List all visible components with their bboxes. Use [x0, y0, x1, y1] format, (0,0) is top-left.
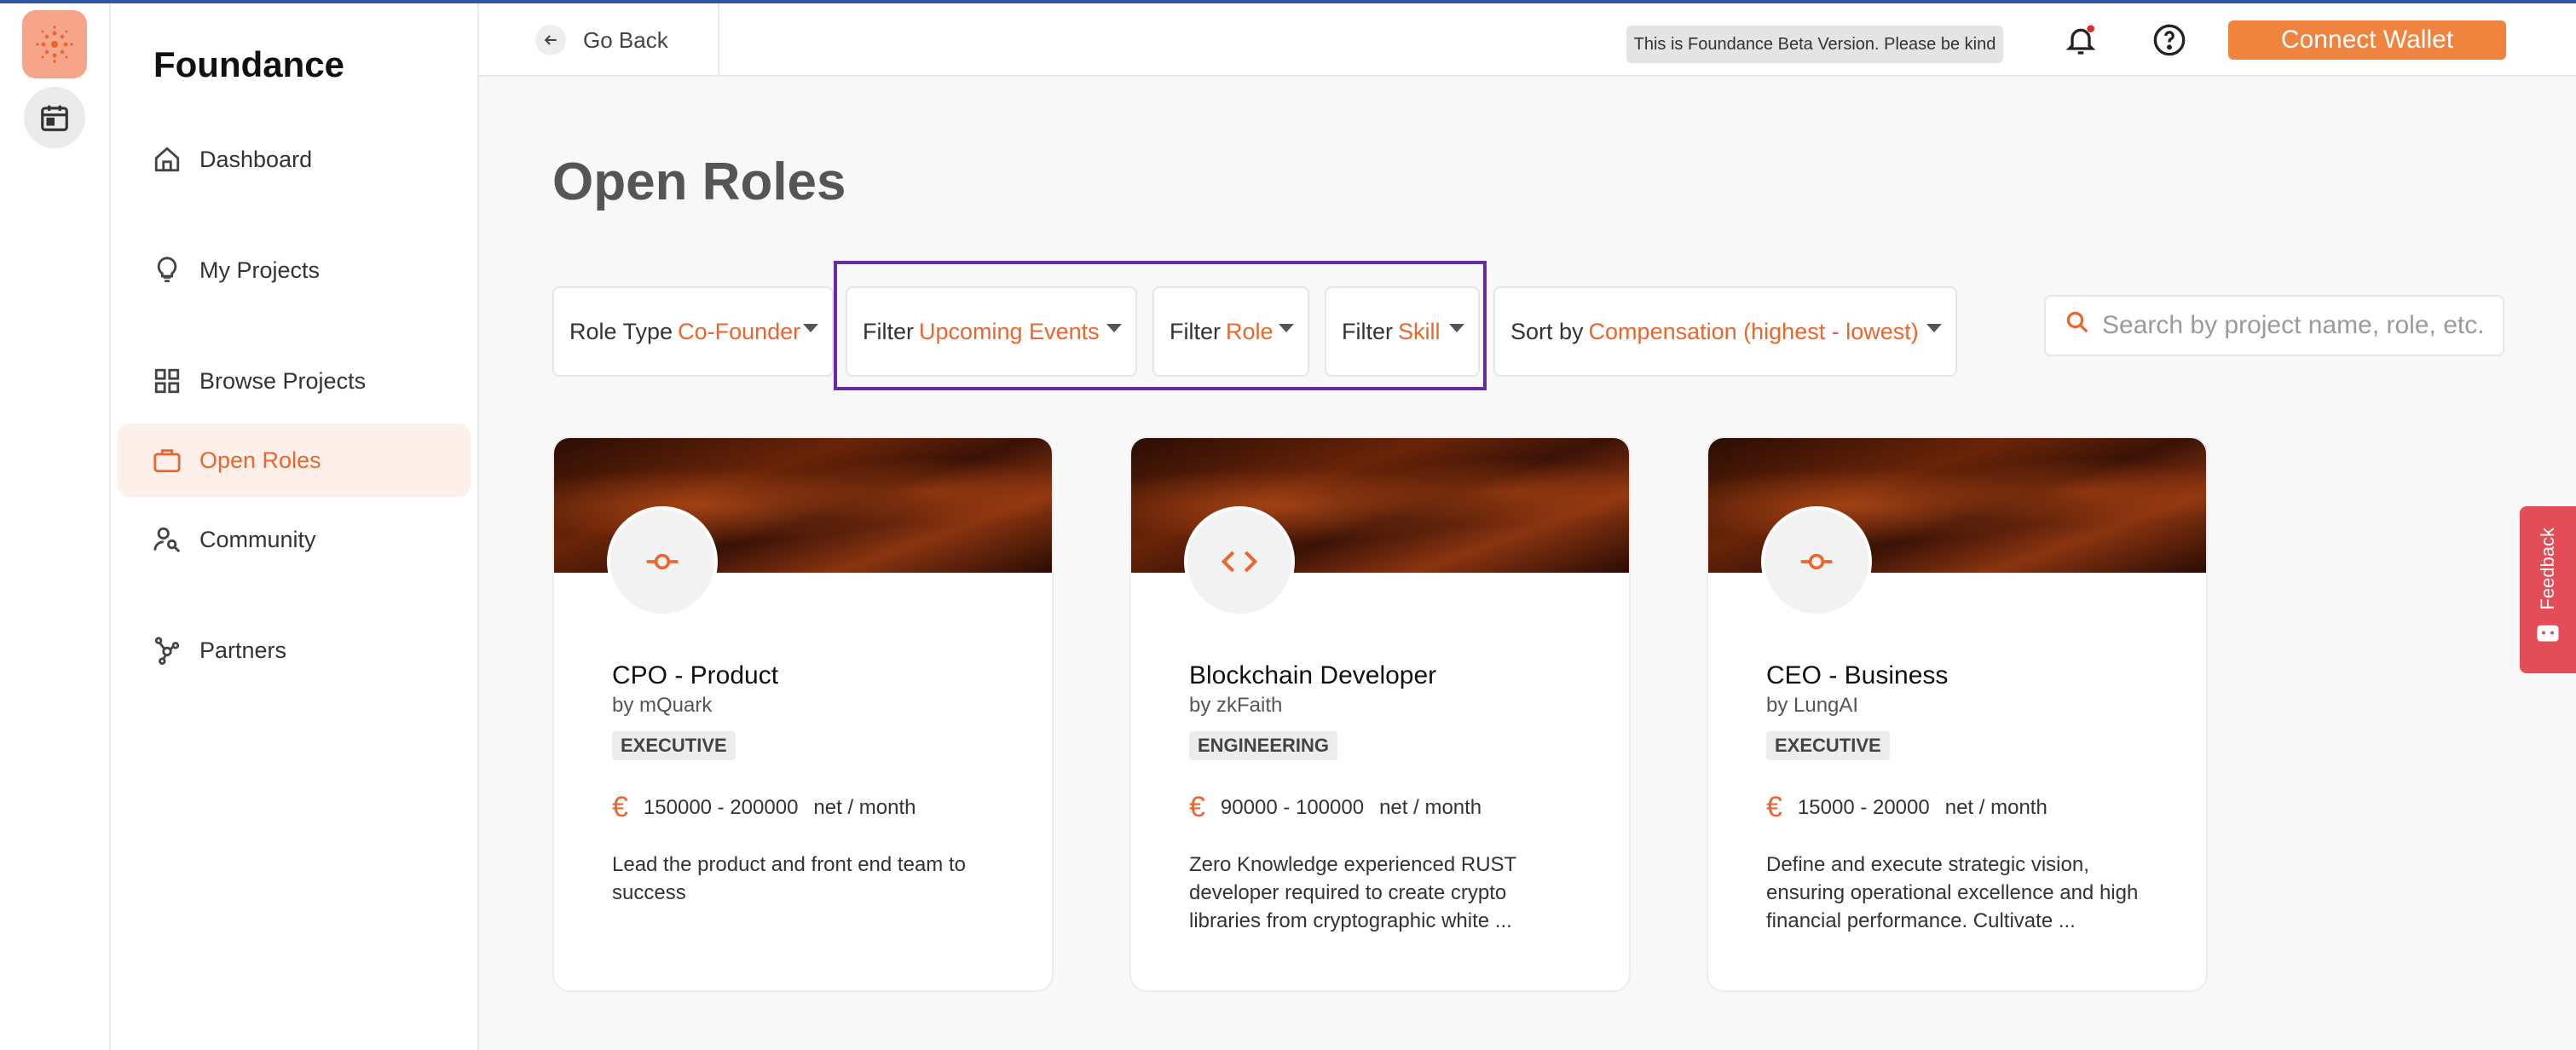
sidebar-item-partners[interactable]: Partners	[118, 614, 471, 687]
calendar-icon[interactable]	[24, 87, 85, 148]
filter-value: Co-Founder	[678, 318, 801, 344]
sidebar-item-label: My Projects	[199, 257, 321, 283]
feedback-label: Feedback	[2537, 528, 2558, 610]
hub-icon	[150, 633, 184, 667]
home-icon	[150, 142, 184, 176]
card-category-tag: ENGINEERING	[1189, 731, 1338, 760]
compensation-unit: net / month	[813, 795, 916, 819]
search-input[interactable]	[2102, 311, 2494, 340]
connect-wallet-button[interactable]: Connect Wallet	[2228, 20, 2506, 60]
role-card[interactable]: CEO - Business by LungAI EXECUTIVE € 150…	[1707, 436, 2208, 992]
euro-icon: €	[1766, 791, 1782, 823]
go-back-label: Go Back	[583, 26, 668, 53]
sidebar-item-community[interactable]: Community	[118, 503, 471, 576]
filter-label: Sort by	[1510, 318, 1584, 344]
search-box	[2044, 295, 2504, 356]
filter-highlight-box	[834, 261, 1487, 390]
lightbulb-icon	[150, 253, 184, 287]
compensation-unit: net / month	[1944, 795, 2048, 819]
go-back-button[interactable]: Go Back	[479, 3, 719, 77]
grid-icon	[150, 364, 184, 398]
compensation-range: 150000 - 200000	[643, 795, 799, 819]
compensation-unit: net / month	[1379, 795, 1482, 819]
card-compensation: € 150000 - 200000 net / month	[612, 791, 916, 824]
bell-icon[interactable]	[2059, 19, 2102, 61]
sidebar-item-my-projects[interactable]: My Projects	[118, 234, 471, 307]
card-project: by zkFaith	[1189, 694, 1283, 717]
sidebar-item-browse-projects[interactable]: Browse Projects	[118, 344, 471, 418]
caret-down-icon	[1926, 324, 1942, 332]
brand-title: Foundance	[153, 44, 345, 84]
search-icon	[2065, 309, 2090, 342]
euro-icon: €	[612, 791, 628, 823]
help-icon[interactable]	[2148, 19, 2191, 61]
page-title: Open Roles	[552, 153, 846, 211]
role-card[interactable]: Blockchain Developer by zkFaith ENGINEER…	[1129, 436, 1631, 992]
sidebar-item-label: Community	[199, 526, 316, 552]
app-rail	[0, 3, 111, 1050]
sort-dropdown[interactable]: Sort by Compensation (highest - lowest)	[1493, 286, 1957, 377]
sidebar-item-label: Browse Projects	[199, 367, 367, 394]
role-card[interactable]: CPO - Product by mQuark EXECUTIVE € 1500…	[552, 436, 1054, 992]
code-icon	[1184, 506, 1295, 617]
card-project: by LungAI	[1766, 694, 1859, 717]
sidebar-item-dashboard[interactable]: Dashboard	[118, 123, 471, 196]
briefcase-icon	[150, 443, 184, 477]
foundance-logo-icon[interactable]	[22, 10, 87, 78]
sidebar-item-label: Open Roles	[199, 447, 321, 473]
sidebar-item-label: Partners	[199, 637, 287, 663]
chat-icon	[2535, 622, 2561, 652]
beta-notice: This is Foundance Beta Version. Please b…	[1626, 26, 2003, 63]
compensation-range: 90000 - 100000	[1220, 795, 1365, 819]
caret-down-icon	[803, 324, 818, 332]
card-compensation: € 90000 - 100000 net / month	[1189, 791, 1481, 824]
feedback-tab[interactable]: Feedback	[2520, 506, 2576, 673]
compensation-range: 15000 - 20000	[1797, 795, 1930, 819]
card-description: Define and execute strategic vision, ens…	[1766, 853, 2139, 932]
commit-icon	[1761, 506, 1872, 617]
card-description: Lead the product and front end team to s…	[612, 853, 966, 904]
role-type-filter[interactable]: Role Type Co-Founder	[552, 286, 834, 377]
people-search-icon	[150, 522, 184, 557]
top-bar: Go Back This is Foundance Beta Version. …	[479, 3, 2576, 77]
card-title: CPO - Product	[612, 661, 779, 689]
arrow-left-icon	[535, 25, 566, 55]
filter-label: Role Type	[569, 318, 673, 344]
card-category-tag: EXECUTIVE	[612, 731, 736, 760]
sidebar-item-label: Dashboard	[199, 146, 313, 172]
sidebar-item-open-roles[interactable]: Open Roles	[118, 424, 471, 497]
card-project: by mQuark	[612, 694, 713, 717]
card-title: CEO - Business	[1766, 661, 1949, 689]
card-description: Zero Knowledge experienced RUST develope…	[1189, 853, 1516, 932]
commit-icon	[607, 506, 718, 617]
card-category-tag: EXECUTIVE	[1766, 731, 1890, 760]
euro-icon: €	[1189, 791, 1205, 823]
filter-value: Compensation (highest - lowest)	[1588, 318, 1919, 344]
card-compensation: € 15000 - 20000 net / month	[1766, 791, 2048, 824]
sidebar: Foundance Dashboard My Projects Browse P…	[111, 3, 479, 1050]
card-title: Blockchain Developer	[1189, 661, 1437, 689]
